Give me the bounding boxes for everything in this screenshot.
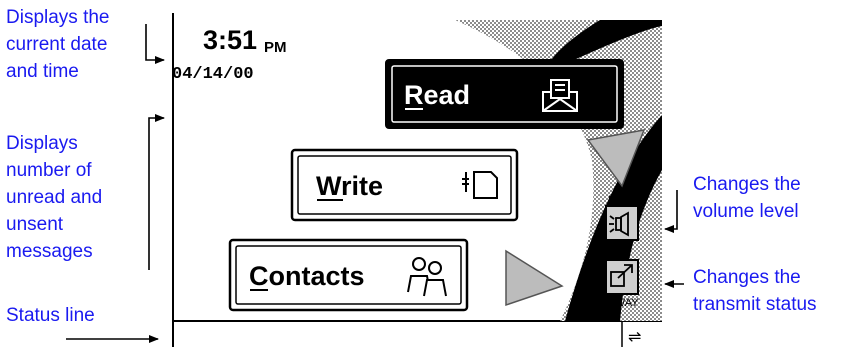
transmit-button[interactable]: 2-WAY	[605, 259, 639, 309]
device-screen: 3:51 PM 04/14/00 Read Write Contacts LOU…	[66, 13, 684, 347]
leader-unread	[148, 114, 165, 270]
volume-button[interactable]: LOUD	[605, 194, 639, 241]
volume-label: LOUD	[608, 194, 639, 206]
write-button-label: Write	[316, 171, 383, 201]
read-button-label: Read	[404, 80, 470, 110]
clock-ampm: PM	[264, 39, 287, 56]
leader-date-time	[145, 24, 165, 64]
clock-time: 3:51	[203, 25, 257, 55]
contacts-button-label: Contacts	[249, 261, 365, 291]
backdrop-arrow-lower	[505, 249, 564, 307]
transmit-label: 2-WAY	[605, 297, 639, 309]
clock-date: 04/14/00	[172, 65, 254, 84]
contacts-button[interactable]: Contacts	[228, 238, 469, 312]
write-button[interactable]: Write	[290, 148, 519, 222]
transfer-icon: ⇌	[628, 327, 641, 346]
leader-volume	[664, 190, 678, 233]
read-button[interactable]: Read	[385, 59, 624, 129]
